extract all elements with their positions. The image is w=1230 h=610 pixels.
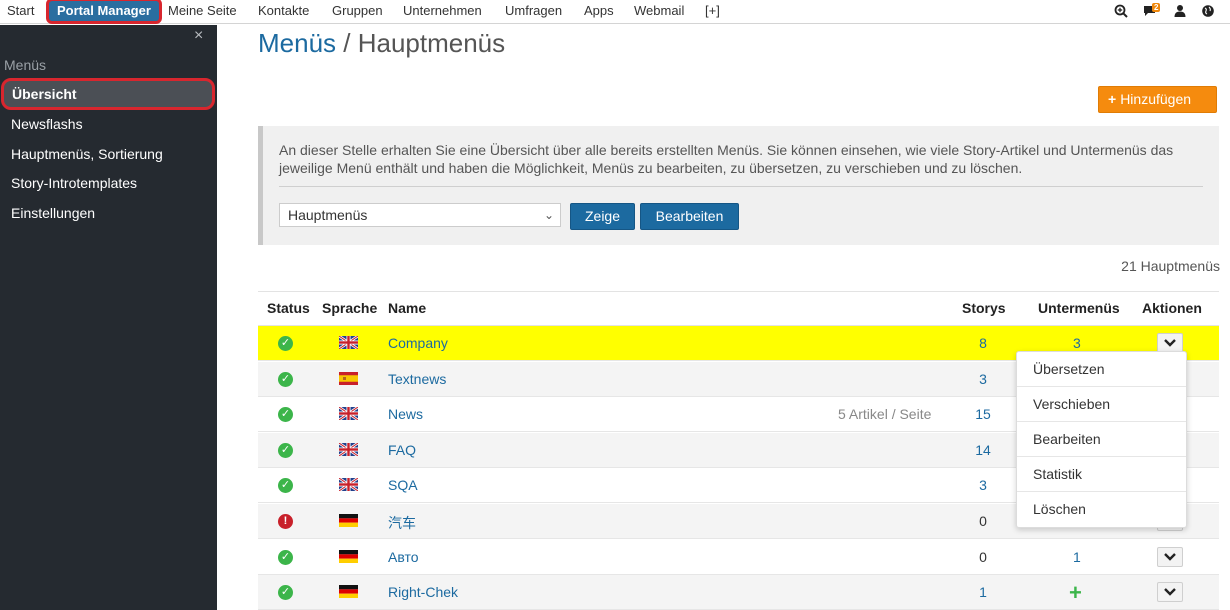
menu-item-bearbeiten[interactable]: Bearbeiten [1017,422,1186,457]
menu-note: 5 Artikel / Seite [838,406,932,422]
status-ok-icon: ✓ [278,407,293,422]
chevron-down-icon [1164,553,1176,561]
sidebar-section-title: Menüs [4,57,47,73]
breadcrumb-menues[interactable]: Menüs [258,28,336,58]
menu-name-link[interactable]: Textnews [388,371,446,387]
spain-flag-icon [339,372,358,385]
status-ok-icon: ✓ [278,336,293,351]
uk-flag-icon [338,405,359,422]
menu-name-link[interactable]: Right-Chek [388,584,458,600]
menu-item-verschieben[interactable]: Verschieben [1017,387,1186,422]
chevron-down-icon [1164,588,1176,596]
col-name: Name [388,300,427,316]
storys-count: 0 [979,549,987,565]
storys-count[interactable]: 3 [974,477,992,493]
close-icon[interactable]: × [194,27,203,45]
storys-count[interactable]: 8 [974,335,992,351]
nav-add-more[interactable]: [+] [705,0,720,22]
page-title: Menüs / Hauptmenüs [258,28,505,59]
nav-start[interactable]: Start [7,0,34,22]
nav-portal-manager[interactable]: Portal Manager [46,0,162,24]
menu-name-link[interactable]: Company [388,335,448,351]
menu-name-link[interactable]: 汽车 [388,513,416,533]
nav-apps[interactable]: Apps [584,0,614,22]
germany-flag-icon [339,514,358,527]
menu-name-link[interactable]: FAQ [388,442,416,458]
col-storys: Storys [962,300,1006,316]
chevron-down-icon [1164,339,1176,347]
storys-count: 0 [979,513,987,529]
menu-item-uebersetzen[interactable]: Übersetzen [1017,352,1186,387]
table-header: Status Sprache Name Storys Untermenüs Ak… [258,291,1219,326]
menu-item-loeschen[interactable]: Löschen [1017,492,1186,527]
sidebar: × Menüs Übersicht Newsflashs Hauptmenüs,… [0,25,217,610]
uk-flag-icon [338,334,359,351]
add-button[interactable]: + Hinzufügen [1098,86,1217,113]
nav-webmail[interactable]: Webmail [634,0,684,22]
sidebar-item-hauptmenues-sortierung[interactable]: Hauptmenüs, Sortierung [11,144,163,164]
col-submenus: Untermenüs [1038,300,1120,316]
table-row: ✓ Right-Chek 1 + [258,575,1219,610]
globe-icon[interactable] [1201,4,1215,18]
breadcrumb-current: Hauptmenüs [357,28,506,58]
storys-count[interactable]: 3 [974,371,992,387]
actions-dropdown-menu: Übersetzen Verschieben Bearbeiten Statis… [1016,351,1187,528]
chevron-down-icon: ⌄ [543,208,554,222]
info-text: An dieser Stelle erhalten Sie eine Übers… [279,142,1174,176]
actions-toggle-button[interactable] [1157,333,1183,353]
nav-gruppen[interactable]: Gruppen [332,0,383,22]
sidebar-item-einstellungen[interactable]: Einstellungen [11,203,95,223]
add-submenu-icon[interactable]: + [1069,580,1082,606]
menu-count: 21 Hauptmenüs [1121,258,1220,274]
status-ok-icon: ✓ [278,585,293,600]
col-actions: Aktionen [1142,300,1202,316]
show-button[interactable]: Zeige [570,203,635,230]
table-row: ✓ Авто 0 1 [258,540,1219,575]
submenus-count[interactable]: 1 [1073,549,1081,565]
search-plus-icon[interactable] [1114,4,1128,18]
germany-flag-icon [339,585,358,598]
menu-item-statistik[interactable]: Statistik [1017,457,1186,492]
add-button-label: Hinzufügen [1120,91,1192,107]
actions-toggle-button[interactable] [1157,582,1183,602]
messages-badge: 2 [1152,3,1161,12]
status-ok-icon: ✓ [278,372,293,387]
uk-flag-icon [338,476,359,493]
storys-count[interactable]: 14 [974,442,992,458]
status-ok-icon: ✓ [278,478,293,493]
top-navigation: Start Portal Manager Meine Seite Kontakt… [0,0,1230,24]
actions-toggle-button[interactable] [1157,547,1183,567]
status-error-icon: ! [278,514,293,529]
menu-name-link[interactable]: News [388,406,423,422]
menu-type-select[interactable]: Hauptmenüs ⌄ [279,203,561,227]
info-panel: An dieser Stelle erhalten Sie eine Übers… [258,126,1219,245]
menu-name-link[interactable]: Авто [388,549,419,565]
user-icon[interactable] [1173,4,1187,18]
sidebar-item-story-introtemplates[interactable]: Story-Introtemplates [11,173,137,193]
col-language: Sprache [322,300,378,316]
sidebar-item-uebersicht[interactable]: Übersicht [1,78,215,110]
storys-count[interactable]: 15 [974,406,992,422]
sidebar-item-newsflashs[interactable]: Newsflashs [11,114,83,134]
plus-icon: + [1108,91,1117,107]
submenus-count[interactable]: 3 [1073,335,1081,351]
select-value: Hauptmenüs [288,207,368,223]
uk-flag-icon [338,441,359,458]
nav-meine-seite[interactable]: Meine Seite [168,0,237,22]
storys-count[interactable]: 1 [974,584,992,600]
status-ok-icon: ✓ [278,550,293,565]
nav-umfragen[interactable]: Umfragen [505,0,562,22]
menu-name-link[interactable]: SQA [388,477,418,493]
breadcrumb-separator: / [336,28,358,58]
nav-unternehmen[interactable]: Unternehmen [403,0,482,22]
edit-button[interactable]: Bearbeiten [640,203,739,230]
status-ok-icon: ✓ [278,443,293,458]
col-status: Status [267,300,310,316]
nav-kontakte[interactable]: Kontakte [258,0,309,22]
germany-flag-icon [339,550,358,563]
divider [279,186,1203,187]
